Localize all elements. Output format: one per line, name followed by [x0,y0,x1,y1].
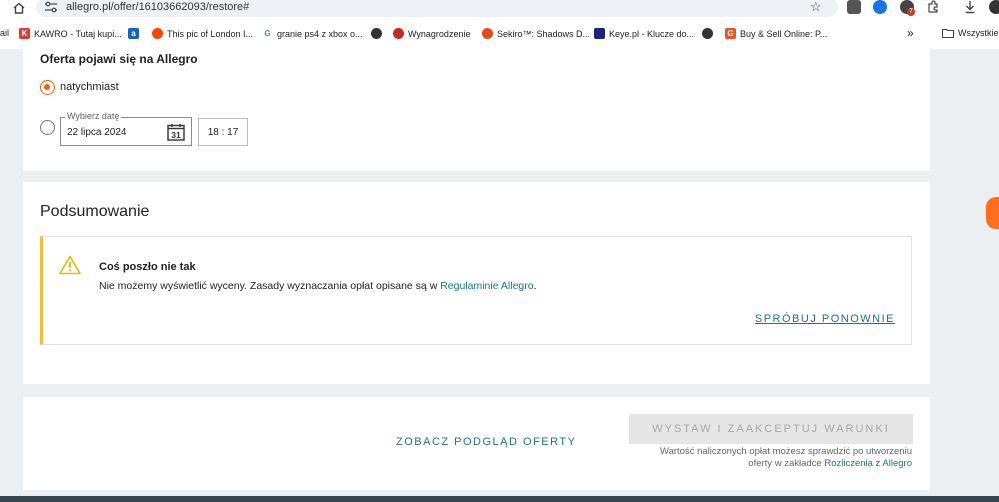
alert-message-text: Nie możemy wyświetlić wyceny. Zasady wyz… [99,280,438,292]
site-settings-icon[interactable] [44,1,58,13]
summary-title: Podsumowanie [40,203,150,220]
fee-note: Wartość naliczonych opłat możesz sprawdz… [660,446,912,470]
preview-offer-button[interactable]: ZOBACZ PODGLĄD OFERTY [396,436,576,448]
browser-address-bar: allegro.pl/offer/16103662093/restore# ☆ … [0,0,999,17]
bookmark-reddit[interactable]: This pic of London I... [152,28,253,39]
download-icon[interactable] [963,0,977,14]
publish-time-field[interactable]: 18 : 17 [198,118,248,146]
globe-icon [371,28,382,39]
fee-note-line-1: Wartość naliczonych opłat możesz sprawdz… [659,446,912,457]
home-icon[interactable] [12,1,26,15]
bookmark-kawro[interactable]: K KAWRO - Tutaj kupi... [19,28,122,39]
extension-blue-icon[interactable] [873,0,887,14]
bookmark-google[interactable]: Ggranie ps4 z xbox o... [262,28,362,39]
bookmark-wynagrodzenie[interactable]: Wynagrodzenie [393,28,470,39]
billing-link[interactable]: Rozliczenia z Allegro [824,458,912,469]
g2a-icon: G [725,28,736,39]
footer-strip [0,496,999,502]
publish-date-field[interactable]: Wybierz datę 22 lipca 2024 31 [60,111,192,146]
bookmarks-bar: ail K KAWRO - Tutaj kupi... a This pic of… [0,17,999,49]
publish-now-label[interactable]: natychmiast [60,81,119,93]
publish-section-title: Oferta pojawi się na Allegro [40,52,198,66]
profile-avatar-icon[interactable] [989,0,999,14]
summary-card: Podsumowanie Coś poszło nie tak Nie może… [23,182,930,384]
more-bookmarks-button[interactable]: » [907,26,914,40]
date-field-label: Wybierz datę [65,111,122,121]
time-value[interactable]: 18 : 17 [208,127,239,138]
bookmark-sekiro[interactable]: Sekiro™: Shadows D... [482,28,590,39]
calendar-day: 31 [171,130,181,140]
submit-offer-button[interactable]: WYSTAW I ZAAKCEPTUJ WARUNKI [629,414,913,444]
fee-note-line-2: oferty w zakładce Rozliczenia z Allegro [748,458,912,469]
publish-time-card: Oferta pojawi się na Allegro natychmiast… [23,49,930,171]
google-icon: G [264,29,271,38]
folder-icon [942,29,954,38]
reddit-icon [152,28,163,39]
salary-icon [393,28,404,39]
retry-button[interactable]: SPRÓBUJ PONOWNIE [755,313,895,325]
alert-message: Nie możemy wyświetlić wyceny. Zasady wyz… [99,280,537,292]
extension-badge: 7 [907,8,915,16]
warning-icon [59,255,81,275]
error-alert: Coś poszło nie tak Nie możemy wyświetlić… [40,236,912,345]
keye-icon [594,28,605,39]
publish-now-radio[interactable] [40,80,55,95]
calendar-icon[interactable]: 31 [167,123,185,141]
alert-title: Coś poszło nie tak [99,261,196,273]
bookmark-keye[interactable]: Keye.pl - Klucze do... [594,28,694,39]
bookmark-g2a[interactable]: G Buy & Sell Online: P... [725,28,827,39]
extension-robot-icon[interactable] [847,0,861,14]
publish-date-radio[interactable] [40,120,55,135]
url-text[interactable]: allegro.pl/offer/16103662093/restore# [66,1,249,13]
date-field-value[interactable]: 22 lipca 2024 [67,127,127,138]
extensions-puzzle-icon[interactable] [926,0,940,14]
flame-icon [482,28,493,39]
all-bookmarks-folder[interactable]: Wszystkie [942,28,999,38]
amazon-icon: a [128,28,139,39]
bookmark-amazon[interactable]: a [128,28,143,39]
regulations-link[interactable]: Regulaminie Allegro [440,280,533,292]
kawro-icon: K [19,28,30,39]
bookmark-globe-2[interactable] [702,28,717,39]
bookmark-globe[interactable] [371,28,386,39]
alert-period: . [533,280,537,292]
feedback-tab[interactable] [986,197,999,229]
globe-icon [702,28,713,39]
bookmark-star-icon[interactable]: ☆ [810,0,822,14]
actions-card: ZOBACZ PODGLĄD OFERTY WYSTAW I ZAAKCEPTU… [23,397,930,490]
bookmark-item[interactable]: ail [0,28,9,38]
